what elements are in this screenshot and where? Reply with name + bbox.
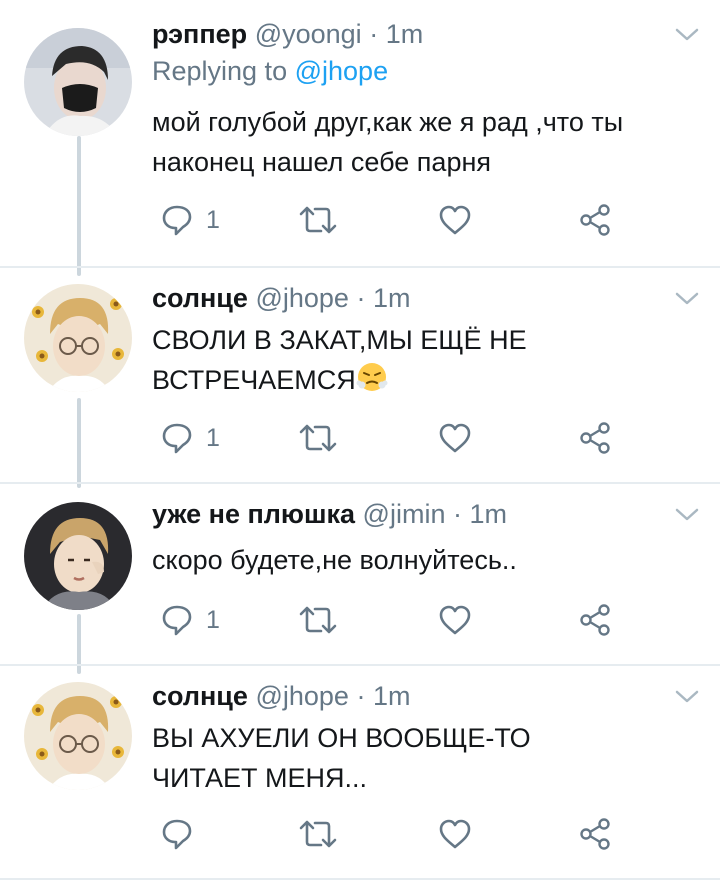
timestamp[interactable]: 1m	[386, 19, 424, 49]
tweet-header: солнце @jhope · 1m	[152, 280, 410, 316]
reply-count: 1	[206, 205, 220, 234]
chevron-down-icon[interactable]	[674, 26, 700, 44]
tweet-text-line: ВСТРЕЧАЕМСЯ	[152, 360, 702, 400]
retweet-icon	[299, 206, 337, 234]
user-handle[interactable]: @jhope	[255, 681, 348, 711]
tweet-text-line: ЧИТАЕТ МЕНЯ...	[152, 763, 368, 793]
retweet-button[interactable]	[298, 816, 338, 852]
tweet-text-line: скоро будете,не волнуйтесь..	[152, 545, 517, 575]
display-name[interactable]: солнце	[152, 283, 248, 313]
chevron-down-icon[interactable]	[674, 506, 700, 524]
share-button[interactable]	[578, 602, 612, 638]
tweet[interactable]: солнце @jhope · 1m СВОЛИ В ЗАКАТ,МЫ ЕЩЁ …	[0, 280, 720, 480]
divider	[0, 482, 720, 484]
share-icon	[580, 604, 610, 636]
reply-button[interactable]: 1	[160, 602, 220, 638]
tweet[interactable]: уже не плюшка @jimin · 1m скоро будете,н…	[0, 496, 720, 666]
reply-icon	[162, 605, 192, 636]
reply-icon	[162, 205, 192, 236]
tweet-text-fragment: ВСТРЕЧАЕМСЯ	[152, 365, 356, 395]
reply-count: 1	[206, 605, 220, 634]
tweet-header: рэппер @yoongi · 1m	[152, 16, 423, 52]
tweet-text: СВОЛИ В ЗАКАТ,МЫ ЕЩЁ НЕ ВСТРЕЧАЕМСЯ	[152, 320, 702, 400]
like-button[interactable]	[438, 816, 472, 852]
like-icon	[439, 205, 471, 235]
action-bar	[152, 816, 672, 852]
tweet-text-line: ВЫ АХУЕЛИ ОН ВООБЩЕ-ТО	[152, 723, 531, 753]
reply-button[interactable]: 1	[160, 420, 220, 456]
chevron-down-icon[interactable]	[674, 290, 700, 308]
tweet-text-line: наконец нашел себе парня	[152, 147, 491, 177]
display-name[interactable]: рэппер	[152, 19, 247, 49]
action-bar: 1	[152, 420, 672, 456]
divider	[0, 878, 720, 880]
separator-dot: ·	[452, 499, 462, 529]
reply-count: 1	[206, 423, 220, 452]
share-button[interactable]	[578, 420, 612, 456]
separator-dot: ·	[356, 283, 366, 313]
replying-to: Replying to @jhope	[152, 54, 388, 88]
tweet[interactable]: рэппер @yoongi · 1m Replying to @jhope м…	[0, 16, 720, 266]
tweet[interactable]: солнце @jhope · 1m ВЫ АХУЕЛИ ОН ВООБЩЕ-Т…	[0, 678, 720, 878]
reply-icon	[162, 423, 192, 454]
share-button[interactable]	[578, 202, 612, 238]
reply-button[interactable]	[160, 816, 206, 852]
like-icon	[439, 423, 471, 453]
share-button[interactable]	[578, 816, 612, 852]
user-handle[interactable]: @jimin	[363, 499, 446, 529]
retweet-button[interactable]	[298, 420, 338, 456]
chevron-down-icon[interactable]	[674, 688, 700, 706]
tweet-header: уже не плюшка @jimin · 1m	[152, 496, 507, 532]
share-icon	[580, 818, 610, 850]
reply-button[interactable]: 1	[160, 202, 220, 238]
separator-dot: ·	[369, 19, 379, 49]
user-handle[interactable]: @yoongi	[255, 19, 362, 49]
avatar[interactable]	[24, 682, 132, 790]
retweet-icon	[299, 820, 337, 848]
like-button[interactable]	[438, 602, 472, 638]
action-bar: 1	[152, 602, 672, 638]
display-name[interactable]: солнце	[152, 681, 248, 711]
retweet-icon	[299, 606, 337, 634]
like-button[interactable]	[438, 420, 472, 456]
like-icon	[439, 605, 471, 635]
display-name[interactable]: уже не плюшка	[152, 499, 355, 529]
retweet-button[interactable]	[298, 202, 338, 238]
like-button[interactable]	[438, 202, 472, 238]
tweet-header: солнце @jhope · 1m	[152, 678, 410, 714]
timestamp[interactable]: 1m	[373, 283, 411, 313]
like-icon	[439, 819, 471, 849]
timestamp[interactable]: 1m	[470, 499, 508, 529]
user-handle[interactable]: @jhope	[255, 283, 348, 313]
retweet-icon	[299, 424, 337, 452]
tweet-text: мой голубой друг,как же я рад ,что ты на…	[152, 102, 702, 182]
tweet-text: скоро будете,не волнуйтесь..	[152, 540, 702, 580]
mention-link[interactable]: @jhope	[295, 56, 388, 86]
avatar[interactable]	[24, 28, 132, 136]
share-icon	[580, 204, 610, 236]
tweet-text: ВЫ АХУЕЛИ ОН ВООБЩЕ-ТО ЧИТАЕТ МЕНЯ...	[152, 718, 702, 798]
action-bar: 1	[152, 202, 672, 238]
timestamp[interactable]: 1m	[373, 681, 411, 711]
reply-icon	[162, 819, 192, 850]
tweet-text-line: мой голубой друг,как же я рад ,что ты	[152, 107, 624, 137]
huffing-face-emoji-icon	[356, 363, 388, 391]
tweet-text-line: СВОЛИ В ЗАКАТ,МЫ ЕЩЁ НЕ	[152, 325, 527, 355]
share-icon	[580, 422, 610, 454]
avatar[interactable]	[24, 284, 132, 392]
divider	[0, 266, 720, 268]
divider	[0, 664, 720, 666]
separator-dot: ·	[356, 681, 366, 711]
avatar[interactable]	[24, 502, 132, 610]
retweet-button[interactable]	[298, 602, 338, 638]
replying-to-label: Replying to	[152, 56, 288, 86]
